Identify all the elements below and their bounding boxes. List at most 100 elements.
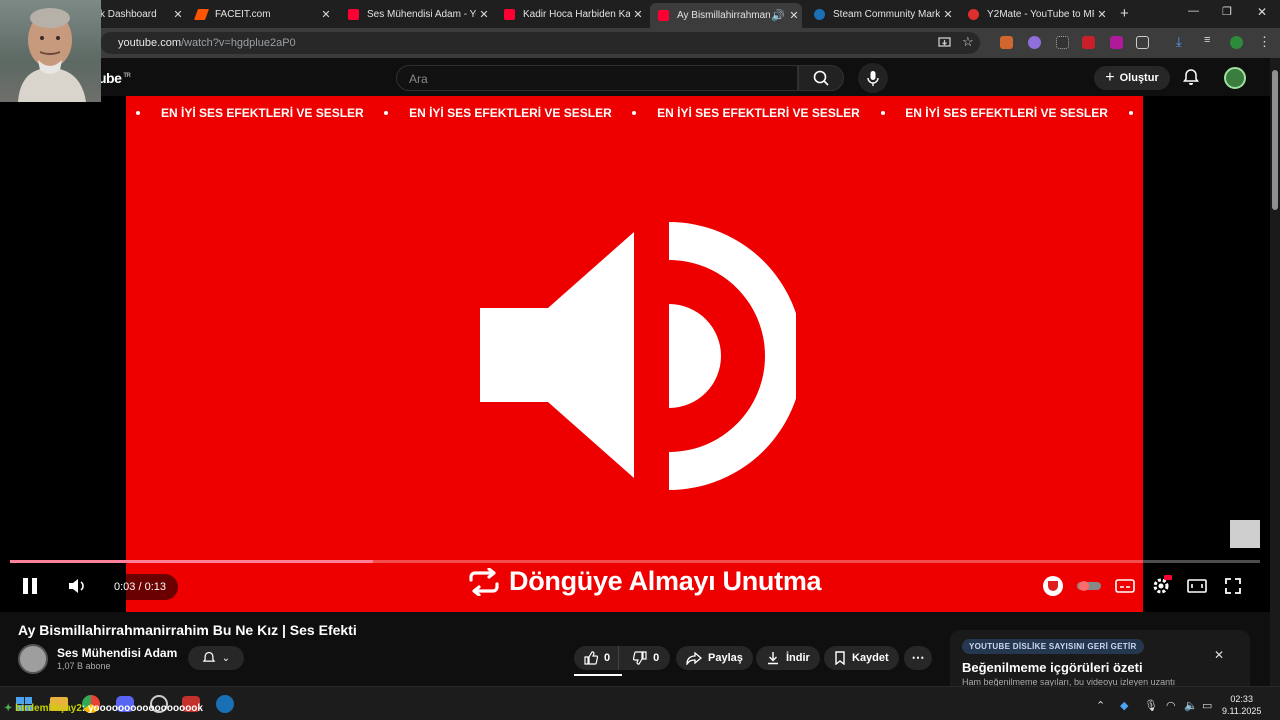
channel-watermark[interactable] (1230, 520, 1260, 548)
y2mate-icon (968, 8, 979, 20)
tab-faceit[interactable]: FACEIT.com ✕ (188, 3, 334, 25)
tab-kadir-hoca[interactable]: Kadir Hoca Harbiden Kafa ✕ (496, 3, 646, 25)
share-button[interactable]: Paylaş (676, 646, 753, 670)
address-bar[interactable]: youtube.com/watch?v=hgdplue2aP0 ☆ (100, 32, 980, 54)
pause-icon[interactable] (14, 570, 46, 602)
download-icon[interactable]: ⤓ (1176, 34, 1182, 50)
dislike-button[interactable]: 0 (625, 646, 669, 670)
battery-icon[interactable]: ▭ (1202, 699, 1212, 712)
save-button[interactable]: Kaydet (824, 646, 899, 670)
search-icon (813, 70, 829, 86)
voice-search-button[interactable] (858, 63, 888, 93)
dislike-count: 0 (653, 652, 660, 664)
page-scrollbar[interactable] (1270, 58, 1280, 686)
wifi-icon[interactable]: ◠ (1166, 699, 1176, 712)
fullscreen-icon[interactable] (1220, 573, 1246, 599)
tab-close-icon[interactable]: ✕ (318, 8, 334, 21)
tray-steam-icon[interactable]: ◆ (1120, 699, 1128, 712)
url-host: youtube.com (118, 37, 181, 49)
ticker-banner: EN İYİ SES EFEKTLERİ VE SESLER EN İYİ SE… (126, 106, 1143, 120)
close-window-icon[interactable]: ✕ (1257, 5, 1267, 19)
channel-avatar[interactable] (18, 644, 48, 674)
volume-icon[interactable] (60, 570, 92, 602)
share-label: Paylaş (708, 652, 743, 664)
subtitles-icon[interactable] (1112, 573, 1138, 599)
tab-title: Steam Community Marke (833, 8, 940, 20)
account-avatar[interactable] (1224, 67, 1246, 89)
speaker-icon (480, 222, 796, 490)
notifications-bell-icon[interactable] (1182, 68, 1200, 86)
webcam-person-image (18, 8, 86, 102)
download-button[interactable]: İndir (756, 646, 820, 670)
tab-close-icon[interactable]: ✕ (170, 8, 186, 21)
logo-region: TR (123, 73, 131, 80)
video-frame[interactable]: EN İYİ SES EFEKTLERİ VE SESLER EN İYİ SE… (126, 96, 1143, 612)
scrollbar-thumb[interactable] (1272, 70, 1278, 210)
tray-mic-icon[interactable]: 🎙 (1144, 699, 1158, 712)
save-label: Kaydet (852, 652, 889, 664)
tab-active-video[interactable]: Ay Bismillahirrahmanirr 🔊 ✕ (650, 3, 802, 28)
ticker-text: EN İYİ SES EFEKTLERİ VE SESLER (409, 106, 612, 120)
like-dislike-group: 0 0 (574, 646, 670, 670)
url-path: /watch?v=hgdplue2aP0 (180, 37, 296, 49)
settings-gear-icon[interactable] (1148, 573, 1174, 599)
player-controls-right (1040, 572, 1246, 600)
search-input[interactable]: Ara (396, 65, 798, 91)
ticker-text: EN İYİ SES EFEKTLERİ VE SESLER (161, 106, 364, 120)
extension-fox-icon[interactable] (1000, 36, 1013, 49)
tab-ses-muhendisi[interactable]: Ses Mühendisi Adam - Yo ✕ (340, 3, 492, 25)
search-button[interactable] (798, 65, 844, 91)
bookmark-star-icon[interactable]: ☆ (962, 34, 974, 50)
sponsor-shield-icon[interactable] (1040, 573, 1066, 599)
progress-bar[interactable] (10, 560, 1260, 563)
media-controls-icon[interactable]: ≡ (1204, 34, 1210, 46)
chevron-down-icon: ⌄ (221, 652, 231, 664)
menu-kebab-icon[interactable]: ⋮ (1258, 34, 1271, 50)
extension-red-icon[interactable] (1082, 36, 1095, 49)
thumbs-up-icon (584, 651, 598, 665)
thumbs-down-icon (633, 651, 647, 665)
tab-y2mate[interactable]: Y2Mate - YouTube to MP ✕ (960, 3, 1110, 25)
restore-icon[interactable]: ❐ (1222, 5, 1232, 18)
steam-taskbar-icon[interactable] (216, 695, 234, 713)
system-clock[interactable]: 02:33 9.11.2025 (1222, 693, 1261, 717)
youtube-logo[interactable]: ube TR (98, 70, 131, 86)
tab-close-icon[interactable]: ✕ (630, 8, 646, 21)
browser-toolbar: youtube.com/watch?v=hgdplue2aP0 ☆ ⤓ ≡ ⋮ (0, 28, 1280, 58)
ticker-username: birdemlikçay2 (15, 703, 82, 714)
tray-overflow-icon[interactable]: ⌃ (1096, 699, 1105, 712)
clock-date: 9.11.2025 (1222, 706, 1262, 716)
create-button[interactable]: + Oluştur (1094, 66, 1170, 90)
tab-close-icon[interactable]: ✕ (940, 8, 956, 21)
webcam-overlay (0, 0, 101, 102)
extension-cloud-icon[interactable] (1028, 36, 1041, 49)
channel-name[interactable]: Ses Mühendisi Adam (57, 646, 177, 660)
url-text[interactable]: youtube.com/watch?v=hgdplue2aP0 (118, 37, 296, 49)
minimize-icon[interactable]: — (1188, 5, 1199, 17)
more-actions-icon[interactable]: ⋯ (904, 646, 932, 670)
tab-close-icon[interactable]: ✕ (786, 9, 802, 22)
tab-close-icon[interactable]: ✕ (476, 8, 492, 21)
extension-badge-icon[interactable] (1110, 36, 1123, 49)
extension-grid-icon[interactable] (1056, 36, 1069, 49)
bookmark-icon (835, 651, 845, 665)
install-app-icon[interactable] (938, 37, 951, 49)
tab-audio-icon[interactable]: 🔊 (770, 9, 786, 22)
new-tab-button[interactable]: + (1120, 5, 1129, 22)
subscription-bell-button[interactable]: ⌄ (188, 646, 244, 670)
close-icon[interactable]: ✕ (1214, 648, 1224, 662)
autoplay-toggle[interactable] (1076, 573, 1102, 599)
ticker-dot (880, 111, 885, 115)
plus-icon: + (1105, 69, 1115, 86)
like-button[interactable]: 0 (574, 646, 620, 670)
video-player[interactable]: EN İYİ SES EFEKTLERİ VE SESLER EN İYİ SE… (0, 96, 1270, 612)
loop-reminder: Döngüye Almayı Unutma (467, 566, 822, 597)
tab-close-icon[interactable]: ✕ (1094, 8, 1110, 21)
theater-mode-icon[interactable] (1184, 573, 1210, 599)
tab-steam[interactable]: Steam Community Marke ✕ (806, 3, 956, 25)
speaker-tray-icon[interactable]: 🔈 (1184, 699, 1198, 712)
progress-buffer (10, 560, 373, 563)
extensions-puzzle-icon[interactable] (1136, 36, 1149, 49)
profile-avatar-icon[interactable] (1230, 36, 1243, 49)
tab-dashboard[interactable]: k Dashboard ✕ (92, 3, 186, 25)
